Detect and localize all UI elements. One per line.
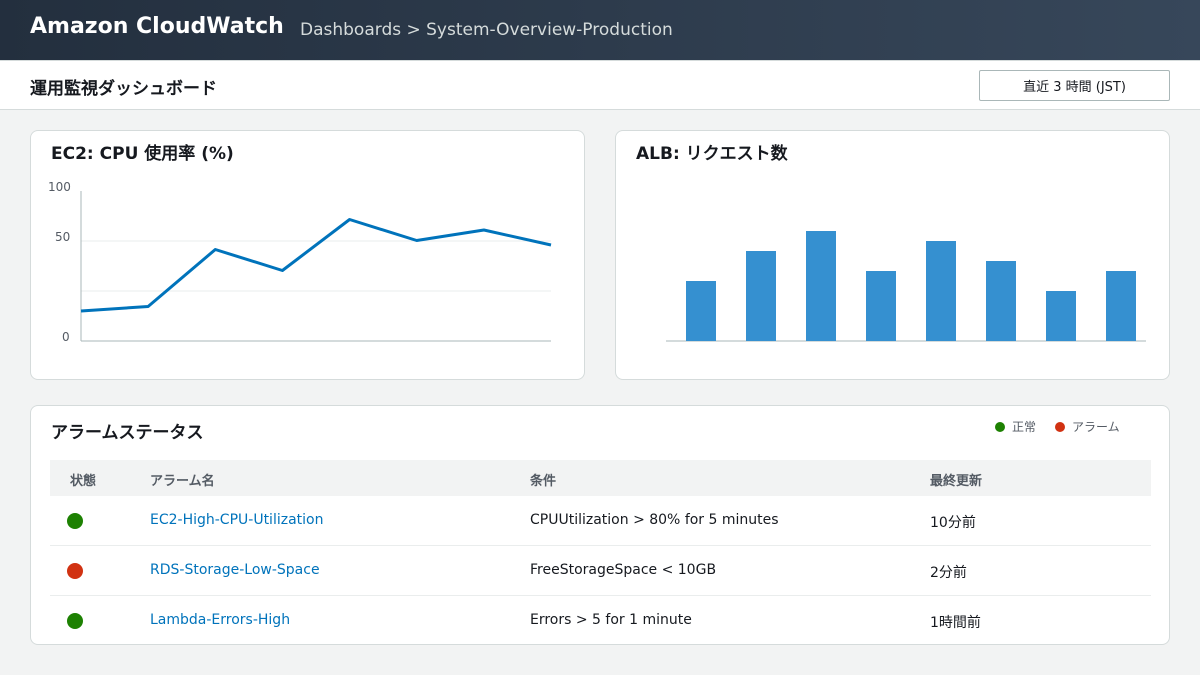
alarm-condition: CPUUtilization > 80% for 5 minutes (530, 512, 779, 528)
status-ok-icon (67, 613, 83, 629)
cpu-line-chart: 100 50 0 (48, 180, 552, 344)
alb-bar (926, 241, 956, 341)
alb-bar (866, 271, 896, 341)
cpu-ytick-label: 50 (55, 230, 70, 244)
table-row: RDS-Storage-Low-Space FreeStorageSpace <… (50, 546, 1151, 596)
cpu-ytick-label: 0 (62, 330, 70, 344)
status-ok-icon (67, 513, 83, 529)
alb-bar (986, 261, 1016, 341)
cpu-widget: EC2: CPU 使用率 (%) 100 50 0 (30, 130, 585, 380)
time-range-selector[interactable]: 直近 3 時間 (JST) (979, 70, 1170, 101)
alarm-updated: 10分前 (930, 515, 976, 531)
cpu-series-line (80, 218, 552, 313)
breadcrumb[interactable]: Dashboards > System-Overview-Production (300, 20, 673, 40)
alarm-name-link[interactable]: EC2-High-CPU-Utilization (150, 512, 323, 528)
alb-bar-chart (666, 231, 1146, 342)
legend-alarm-dot (1055, 421, 1065, 432)
alb-bar (686, 281, 716, 341)
app-brand[interactable]: Amazon CloudWatch (30, 14, 284, 39)
alb-bar (1046, 291, 1076, 341)
alarm-panel-title: アラームステータス (51, 423, 204, 443)
alarm-condition: Errors > 5 for 1 minute (530, 612, 692, 628)
alarm-condition: FreeStorageSpace < 10GB (530, 562, 717, 578)
alb-bar (746, 251, 776, 341)
alb-bar (806, 231, 836, 341)
table-row: EC2-High-CPU-Utilization CPUUtilization … (50, 496, 1151, 546)
legend-ok-dot (995, 421, 1005, 432)
alarm-table-header: 状態 アラーム名 条件 最終更新 (50, 460, 1151, 496)
column-header-name[interactable]: アラーム名 (150, 470, 215, 489)
top-bar: Amazon CloudWatch Dashboards > System-Ov… (0, 0, 1200, 60)
legend-ok: 正常 (995, 418, 1036, 435)
alb-widget: ALB: リクエスト数 (615, 130, 1170, 380)
dashboard-header: 運用監視ダッシュボード 直近 3 時間 (JST) (0, 60, 1200, 110)
alarm-updated: 2分前 (930, 565, 967, 581)
column-header-updated[interactable]: 最終更新 (930, 470, 982, 489)
cpu-ytick-label: 100 (48, 180, 71, 194)
column-header-status[interactable]: 状態 (70, 470, 96, 489)
legend-alarm: アラーム (1055, 418, 1120, 435)
table-row: Lambda-Errors-High Errors > 5 for 1 minu… (50, 596, 1151, 646)
alarm-name-link[interactable]: RDS-Storage-Low-Space (150, 562, 320, 578)
alarm-status-panel: アラームステータス 正常 アラーム 状態 アラーム名 条件 最終更新 EC2-H… (30, 405, 1170, 645)
legend-ok-label: 正常 (1012, 420, 1037, 434)
alb-bar (1106, 271, 1136, 341)
legend-alarm-label: アラーム (1072, 420, 1120, 434)
column-header-condition[interactable]: 条件 (530, 470, 556, 489)
alarm-name-link[interactable]: Lambda-Errors-High (150, 612, 290, 628)
alarm-updated: 1時間前 (930, 615, 981, 631)
page-title: 運用監視ダッシュボード (30, 79, 217, 99)
status-alarm-icon (67, 563, 83, 579)
